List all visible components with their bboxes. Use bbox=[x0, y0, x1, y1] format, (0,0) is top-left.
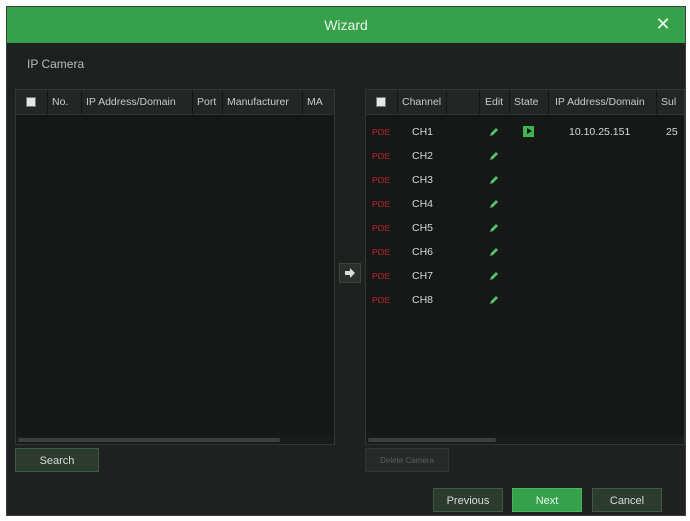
channel-name: CH7 bbox=[412, 270, 434, 282]
channel-name: CH4 bbox=[412, 198, 434, 210]
header-ip-address[interactable]: IP Address/Domain bbox=[549, 90, 657, 114]
header-port[interactable]: Port bbox=[193, 90, 223, 114]
header-no[interactable]: No. bbox=[48, 90, 82, 114]
poe-label: POE bbox=[372, 271, 390, 281]
channel-name: CH1 bbox=[412, 126, 434, 138]
poe-label: POE bbox=[372, 247, 390, 257]
header-blank[interactable] bbox=[447, 90, 480, 114]
add-camera-button[interactable] bbox=[339, 263, 361, 283]
horizontal-scrollbar[interactable] bbox=[366, 436, 684, 444]
edit-pencil-icon[interactable] bbox=[488, 198, 500, 210]
channel-row[interactable]: POE CH5 bbox=[366, 216, 684, 240]
wizard-window: Wizard ✕ IP Camera No. IP Address/Domain… bbox=[6, 6, 686, 516]
search-button[interactable]: Search bbox=[15, 448, 99, 472]
channel-row[interactable]: POE CH1 10.10.25.151 25 bbox=[366, 120, 684, 144]
channel-name: CH6 bbox=[412, 246, 434, 258]
section-label: IP Camera bbox=[27, 57, 85, 71]
title-bar: Wizard ✕ bbox=[7, 7, 685, 43]
subnet-value: 25 bbox=[666, 126, 678, 138]
arrow-right-icon bbox=[345, 268, 355, 278]
poe-label: POE bbox=[372, 223, 390, 233]
scrollbar-thumb[interactable] bbox=[18, 438, 280, 442]
header-state[interactable]: State bbox=[510, 90, 549, 114]
channel-name: CH5 bbox=[412, 222, 434, 234]
channel-name: CH2 bbox=[412, 150, 434, 162]
edit-pencil-icon[interactable] bbox=[488, 126, 500, 138]
edit-pencil-icon[interactable] bbox=[488, 294, 500, 306]
select-all-checkbox[interactable] bbox=[26, 97, 36, 107]
table-header: No. IP Address/Domain Port Manufacturer … bbox=[16, 90, 334, 115]
window-title: Wizard bbox=[324, 17, 368, 33]
edit-pencil-icon[interactable] bbox=[488, 150, 500, 162]
poe-label: POE bbox=[372, 199, 390, 209]
channel-row[interactable]: POE CH2 bbox=[366, 144, 684, 168]
select-all-column bbox=[16, 90, 48, 114]
poe-label: POE bbox=[372, 127, 390, 137]
next-button[interactable]: Next bbox=[512, 488, 582, 512]
edit-pencil-icon[interactable] bbox=[488, 246, 500, 258]
select-all-column bbox=[366, 90, 398, 114]
header-subnet[interactable]: Sul bbox=[657, 90, 684, 114]
play-state-icon[interactable] bbox=[523, 126, 534, 137]
select-all-checkbox[interactable] bbox=[376, 97, 386, 107]
horizontal-scrollbar[interactable] bbox=[16, 436, 334, 444]
header-manufacturer[interactable]: Manufacturer bbox=[223, 90, 303, 114]
channel-table: Channel Edit State IP Address/Domain Sul… bbox=[365, 89, 685, 445]
header-channel[interactable]: Channel bbox=[398, 90, 447, 114]
table-header: Channel Edit State IP Address/Domain Sul bbox=[366, 90, 684, 115]
channel-row[interactable]: POE CH6 bbox=[366, 240, 684, 264]
edit-pencil-icon[interactable] bbox=[488, 222, 500, 234]
poe-label: POE bbox=[372, 175, 390, 185]
close-icon[interactable]: ✕ bbox=[653, 14, 673, 34]
header-edit[interactable]: Edit bbox=[480, 90, 510, 114]
channel-row[interactable]: POE CH3 bbox=[366, 168, 684, 192]
delete-camera-button[interactable]: Delete Camera bbox=[365, 448, 449, 472]
header-ip-address[interactable]: IP Address/Domain bbox=[82, 90, 193, 114]
ip-address: 10.10.25.151 bbox=[569, 126, 631, 138]
cancel-button[interactable]: Cancel bbox=[592, 488, 662, 512]
channel-row[interactable]: POE CH4 bbox=[366, 192, 684, 216]
edit-pencil-icon[interactable] bbox=[488, 270, 500, 282]
scrollbar-thumb[interactable] bbox=[368, 438, 496, 442]
poe-label: POE bbox=[372, 151, 390, 161]
channel-name: CH3 bbox=[412, 174, 434, 186]
header-mac[interactable]: MA bbox=[303, 90, 336, 114]
channel-row[interactable]: POE CH8 bbox=[366, 288, 684, 312]
device-search-table: No. IP Address/Domain Port Manufacturer … bbox=[15, 89, 335, 445]
channel-row[interactable]: POE CH7 bbox=[366, 264, 684, 288]
previous-button[interactable]: Previous bbox=[433, 488, 503, 512]
poe-label: POE bbox=[372, 295, 390, 305]
edit-pencil-icon[interactable] bbox=[488, 174, 500, 186]
channel-name: CH8 bbox=[412, 294, 434, 306]
